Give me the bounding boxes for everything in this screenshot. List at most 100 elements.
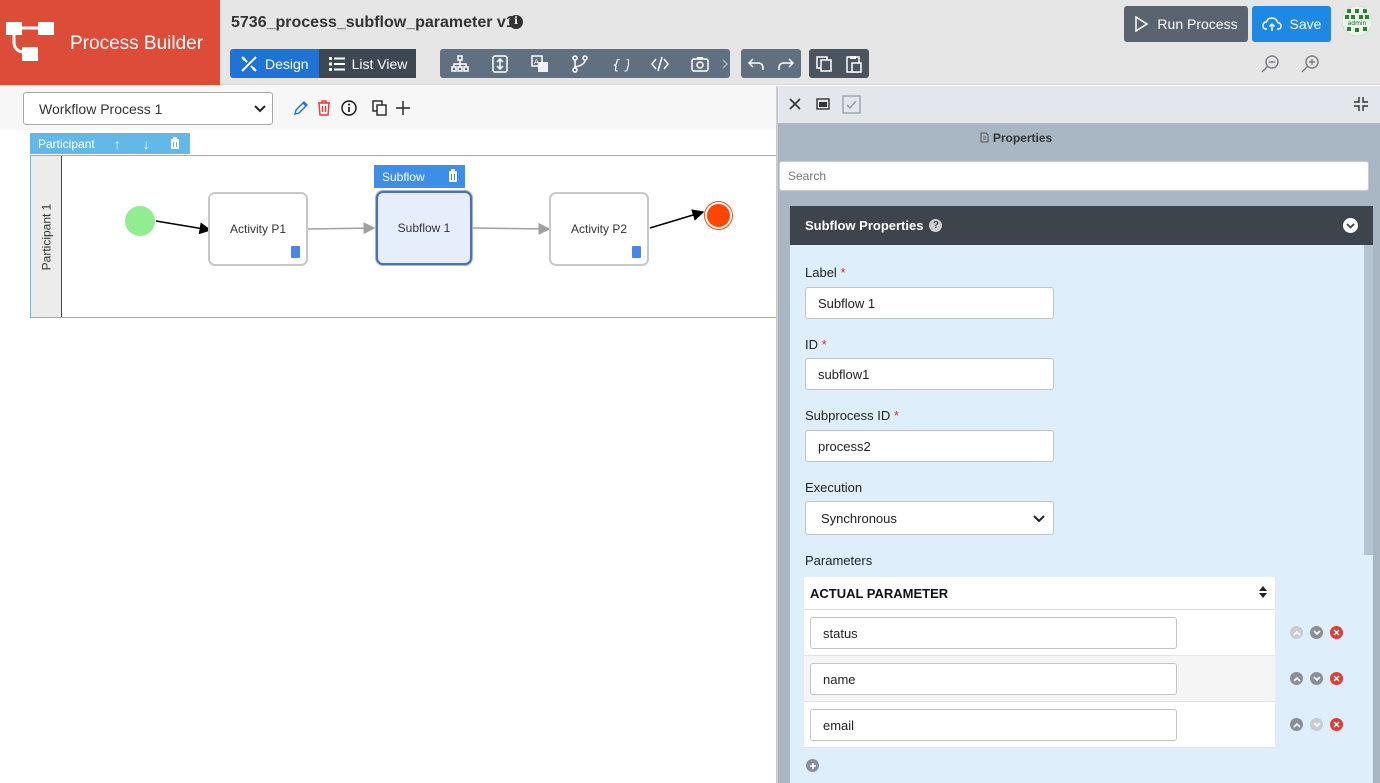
chevron-down-icon — [254, 105, 266, 113]
subflow-node[interactable]: Subflow 1 — [376, 191, 472, 265]
add-row-icon[interactable] — [806, 759, 819, 772]
add-plus-icon[interactable] — [395, 100, 411, 116]
camera-icon[interactable] — [680, 49, 720, 78]
list-view-button[interactable]: List View — [318, 49, 417, 78]
swap-vertical-icon[interactable] — [480, 49, 520, 78]
move-down-icon[interactable] — [1310, 718, 1323, 731]
svg-text:{ }: { } — [612, 58, 629, 73]
workflow-select-value: Workflow Process 1 — [39, 100, 163, 117]
diagram-canvas[interactable]: Workflow Process 1 Participant ↑ ↓ Parti… — [0, 86, 776, 783]
diagram-tools: A { } — [440, 49, 730, 78]
file-icon — [980, 132, 989, 143]
process-title: 5736_process_subflow_parameter v1 — [231, 14, 515, 31]
subprocess-id-label: Subprocess ID * — [805, 408, 899, 423]
row-actions — [1290, 718, 1343, 731]
checkbox-icon[interactable] — [842, 95, 861, 114]
duplicate-icon[interactable] — [372, 100, 388, 116]
activity-node-p1[interactable]: Activity P1 — [208, 192, 308, 266]
more-tools-icon[interactable] — [720, 49, 730, 78]
svg-text:A: A — [534, 58, 539, 66]
row-actions — [1290, 672, 1343, 685]
json-icon[interactable]: { } — [600, 49, 640, 78]
info-icon[interactable]: i — [509, 15, 523, 29]
subprocess-id-input[interactable]: process2 — [805, 430, 1054, 462]
design-tools-icon — [241, 55, 257, 72]
execution-select-value: Synchronous — [821, 510, 897, 526]
properties-title-text: Properties — [992, 131, 1053, 145]
label-field-label: Label * — [805, 265, 846, 280]
lane-header[interactable]: Participant 1 — [31, 156, 62, 317]
param-input[interactable]: email — [810, 709, 1177, 741]
design-button[interactable]: Design — [230, 49, 319, 78]
param-column-header[interactable]: ACTUAL PARAMETER — [804, 577, 1275, 610]
id-input[interactable]: subflow1 — [805, 358, 1054, 390]
undo-icon[interactable] — [741, 49, 771, 78]
canvas-toolbar: Workflow Process 1 — [0, 86, 776, 130]
label-input-value: Subflow 1 — [818, 295, 876, 311]
edit-pencil-icon[interactable] — [293, 100, 309, 116]
execution-select[interactable]: Synchronous — [805, 501, 1054, 535]
activity-p1-label: Activity P1 — [229, 222, 286, 236]
org-chart-icon[interactable] — [440, 49, 480, 78]
start-event[interactable] — [125, 206, 155, 236]
code-icon[interactable] — [640, 49, 680, 78]
window-icon[interactable] — [815, 96, 831, 112]
form-doc-icon — [291, 246, 300, 258]
translate-icon[interactable]: A — [520, 49, 560, 78]
form-doc-icon — [632, 246, 641, 258]
workflow-select[interactable]: Workflow Process 1 — [23, 92, 273, 125]
history-tools — [741, 49, 801, 78]
header-bar: 5736_process_subflow_parameter v1 i Desi… — [220, 0, 1380, 85]
play-icon — [1135, 16, 1149, 32]
help-icon[interactable]: ? — [929, 219, 943, 232]
collapse-panel-icon[interactable] — [1353, 96, 1369, 112]
zoom-out-icon[interactable] — [1259, 52, 1283, 76]
view-toggle: Design List View — [230, 49, 419, 78]
properties-title: Properties — [778, 131, 1254, 145]
parameters-table: ACTUAL PARAMETER status name email — [804, 577, 1275, 748]
remove-icon[interactable] — [1330, 672, 1343, 685]
section-header[interactable]: Subflow Properties ? — [790, 206, 1373, 245]
participant-tab-label[interactable]: Participant — [30, 137, 103, 151]
sort-icon[interactable] — [1259, 586, 1267, 601]
move-down-icon[interactable]: ↓ — [132, 136, 161, 152]
paste-icon[interactable] — [839, 49, 869, 78]
remove-icon[interactable] — [1330, 718, 1343, 731]
move-up-icon[interactable] — [1290, 718, 1303, 731]
delete-trash-icon[interactable] — [316, 100, 332, 116]
remove-icon[interactable] — [1330, 626, 1343, 639]
subflow-node-label: Subflow 1 — [397, 221, 451, 235]
branch-icon[interactable] — [560, 49, 600, 78]
subflow-delete-icon[interactable] — [448, 169, 458, 185]
logo-block: Process Builder — [0, 0, 220, 85]
move-down-icon[interactable] — [1310, 672, 1323, 685]
zoom-in-icon[interactable] — [1299, 52, 1323, 76]
avatar[interactable]: admin — [1340, 4, 1374, 38]
properties-search-input[interactable] — [779, 161, 1369, 191]
move-down-icon[interactable] — [1310, 626, 1323, 639]
table-row: status — [804, 610, 1275, 656]
move-up-icon[interactable] — [1290, 672, 1303, 685]
label-input[interactable]: Subflow 1 — [805, 287, 1054, 319]
subprocess-id-value: process2 — [818, 438, 871, 454]
move-up-icon[interactable]: ↑ — [103, 136, 132, 152]
param-input[interactable]: name — [810, 663, 1177, 695]
list-icon — [328, 56, 345, 71]
execution-label: Execution — [805, 480, 863, 495]
move-up-icon[interactable] — [1290, 626, 1303, 639]
end-event[interactable] — [705, 202, 732, 229]
run-process-button[interactable]: Run Process — [1124, 6, 1248, 42]
param-input[interactable]: status — [810, 617, 1177, 649]
info-circle-icon[interactable] — [341, 100, 357, 116]
redo-icon[interactable] — [771, 49, 801, 78]
chevron-down-circle-icon[interactable] — [1343, 218, 1358, 233]
scrollbar[interactable] — [1364, 245, 1373, 555]
activity-node-p2[interactable]: Activity P2 — [549, 192, 649, 266]
close-icon[interactable] — [787, 96, 803, 112]
save-button[interactable]: Save — [1252, 6, 1331, 42]
id-field-label: ID * — [805, 337, 827, 352]
subflow-properties-section: Subflow Properties ? Label * Subflow 1 I… — [790, 206, 1373, 783]
param-header-label: ACTUAL PARAMETER — [810, 585, 949, 601]
participant-delete-icon[interactable] — [161, 136, 190, 152]
copy-icon[interactable] — [809, 49, 839, 78]
